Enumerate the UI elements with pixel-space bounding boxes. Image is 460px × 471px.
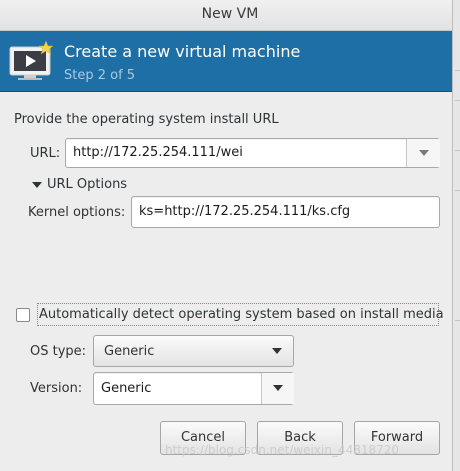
- chevron-down-icon: [272, 348, 282, 354]
- url-input[interactable]: http://172.25.254.111/wei: [73, 145, 243, 160]
- wizard-header: Create a new virtual machine Step 2 of 5: [0, 31, 452, 92]
- url-dropdown-button[interactable]: [406, 139, 440, 167]
- window-titlebar[interactable]: New VM: [0, 0, 460, 31]
- kernel-options-label: Kernel options:: [28, 205, 126, 220]
- kernel-options-value: ks=http://172.25.254.111/ks.cfg: [139, 204, 351, 219]
- os-type-label: OS type:: [30, 344, 87, 359]
- expander-arrow-icon: [32, 182, 42, 188]
- kernel-options-input[interactable]: ks=http://172.25.254.111/ks.cfg: [131, 196, 440, 228]
- auto-detect-label: Automatically detect operating system ba…: [39, 307, 444, 322]
- vm-monitor-icon: [9, 41, 54, 80]
- version-label: Version:: [30, 381, 83, 396]
- url-label: URL:: [30, 146, 61, 161]
- chevron-down-icon: [419, 150, 429, 156]
- version-dropdown-button[interactable]: [261, 373, 294, 404]
- os-type-value: Generic: [104, 344, 155, 359]
- wizard-step: Step 2 of 5: [64, 68, 136, 83]
- wizard-title: Create a new virtual machine: [64, 42, 301, 61]
- version-input[interactable]: Generic: [101, 381, 151, 396]
- url-options-expander[interactable]: URL Options: [30, 176, 140, 194]
- auto-detect-checkbox[interactable]: [16, 308, 30, 322]
- auto-detect-focus-frame[interactable]: Automatically detect operating system ba…: [37, 303, 444, 326]
- install-url-prompt: Provide the operating system install URL: [14, 112, 279, 127]
- watermark-text: https://blog.csdn.net/weixin_44818720: [165, 443, 400, 457]
- url-combo[interactable]: http://172.25.254.111/wei: [65, 138, 440, 168]
- background-window-edge: [452, 0, 460, 471]
- url-options-label: URL Options: [47, 177, 128, 192]
- os-type-select[interactable]: Generic: [93, 335, 294, 367]
- chevron-down-icon: [273, 385, 283, 391]
- window-title: New VM: [201, 6, 259, 22]
